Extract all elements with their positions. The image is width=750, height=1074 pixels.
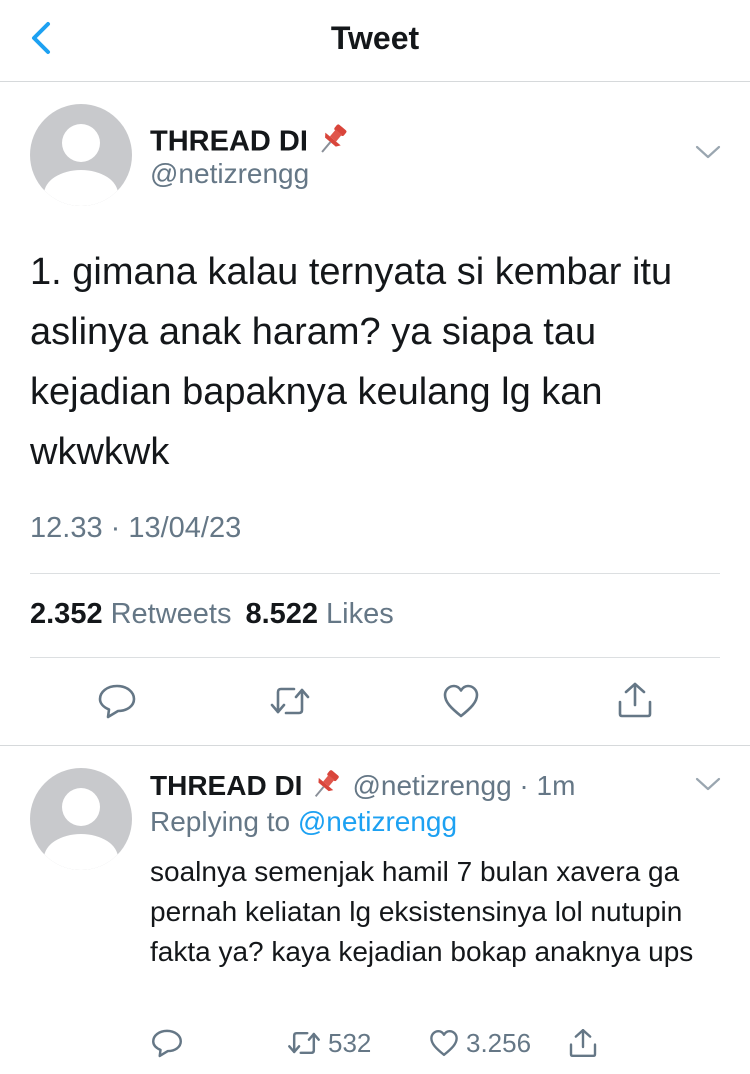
author-name-text: THREAD DI — [150, 125, 308, 158]
tweet-text: 1. gimana kalau ternyata si kembar itu a… — [30, 251, 673, 473]
divider — [30, 657, 720, 658]
likes-stat[interactable]: 8.522 Likes — [245, 598, 407, 630]
page-title: Tweet — [330, 20, 420, 56]
reply-menu-button[interactable] — [694, 774, 722, 794]
avatar-head-shape — [62, 124, 100, 162]
engagement-stats: 2.352 Retweets 8.522 Likes — [30, 598, 408, 631]
retweets-count: 2.352 — [30, 598, 103, 630]
chevron-down-icon — [695, 777, 721, 791]
reply-header: THREAD DI @netizrengg · 1m — [150, 766, 575, 809]
reply-button[interactable] — [96, 682, 138, 720]
navigation-bar: Tweet — [0, 0, 750, 82]
tweet-timestamp: 12.33 · 13/04/23 — [30, 512, 242, 544]
heart-icon — [430, 1029, 458, 1057]
retweet-icon — [270, 687, 310, 715]
speech-bubble-icon — [152, 1029, 182, 1058]
retweets-label: Retweets — [110, 598, 232, 630]
heart-icon — [443, 684, 479, 718]
likes-count: 8.522 — [245, 598, 319, 630]
chevron-down-icon — [695, 145, 721, 159]
reply-reply-button[interactable] — [150, 1026, 190, 1060]
reply-retweet-count: 532 — [328, 1027, 372, 1058]
retweets-stat[interactable]: 2.352 Retweets — [30, 598, 245, 630]
pushpin-icon — [314, 120, 352, 166]
avatar-head-shape — [62, 788, 100, 826]
reply-share-button[interactable] — [566, 1026, 606, 1060]
reply-text: soalnya semenjak hamil 7 bulan xavera ga… — [150, 856, 694, 967]
avatar[interactable] — [30, 104, 132, 206]
author-handle[interactable]: @netizrengg — [150, 158, 309, 190]
avatar-body-shape — [44, 170, 118, 206]
reply-like-count: 3.256 — [466, 1027, 532, 1058]
share-icon — [618, 682, 652, 718]
likes-label: Likes — [326, 598, 394, 630]
share-button[interactable] — [614, 680, 656, 720]
share-icon — [569, 1029, 597, 1057]
divider — [30, 573, 720, 574]
replying-to-handle-link[interactable]: @netizrengg — [298, 806, 457, 837]
divider — [0, 745, 750, 746]
reply-like-button[interactable]: 3.256 — [428, 1026, 531, 1060]
pushpin-icon — [308, 766, 344, 809]
retweet-button[interactable] — [268, 682, 312, 720]
reply-display-name[interactable]: THREAD DI — [150, 770, 302, 801]
tweet-menu-button[interactable] — [694, 142, 722, 162]
replying-to: Replying to @netizrengg — [150, 806, 457, 838]
reply-retweet-button[interactable]: 532 — [286, 1026, 371, 1060]
speech-bubble-icon — [98, 684, 136, 719]
retweet-icon — [288, 1031, 320, 1055]
replying-prefix: Replying to — [150, 806, 291, 837]
reply-avatar[interactable] — [30, 768, 132, 870]
reply-handle-time[interactable]: @netizrengg · 1m — [352, 770, 575, 801]
like-button[interactable] — [441, 682, 481, 720]
avatar-body-shape — [44, 834, 118, 870]
